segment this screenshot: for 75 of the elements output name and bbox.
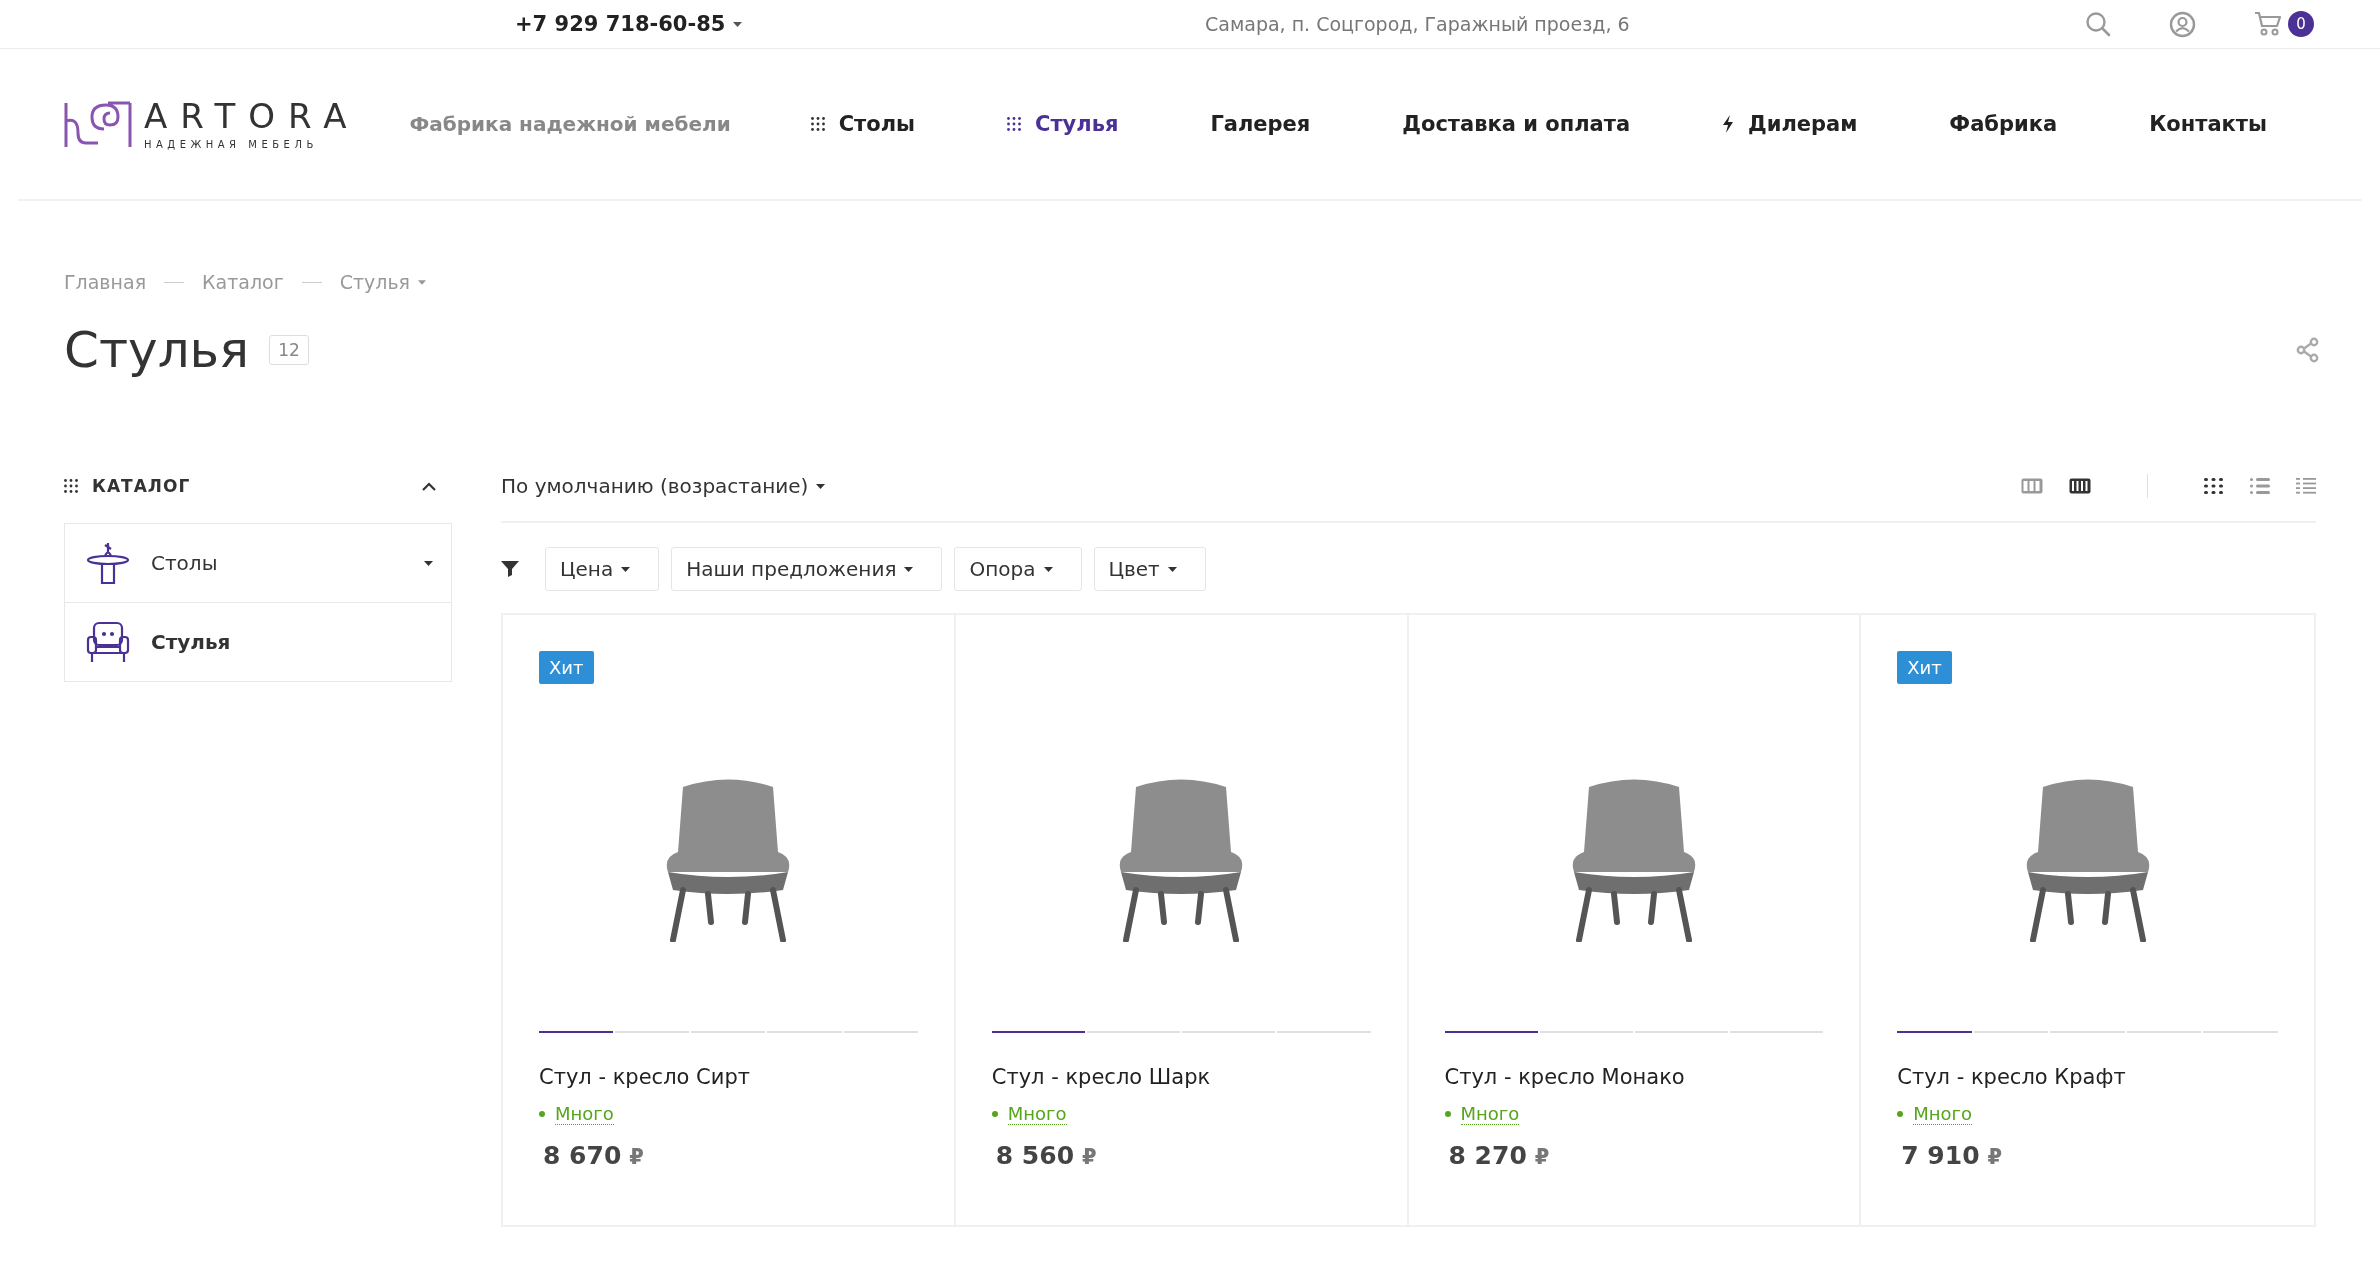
currency-sign: ₽ [1082, 1145, 1097, 1169]
logo-tagline: НАДЕЖНАЯ МЕБЕЛЬ [144, 138, 319, 150]
page-title: Стулья [64, 321, 250, 379]
table-list-icon[interactable] [2296, 478, 2316, 494]
grid-icon [1007, 117, 1021, 131]
stock-dot-icon [1897, 1111, 1904, 1117]
four-columns-icon[interactable] [2069, 478, 2091, 494]
filter-dropdown[interactable]: Наши предложения [671, 547, 943, 591]
nav-link[interactable]: Столы [810, 112, 916, 136]
filter-icon [501, 561, 519, 577]
product-card[interactable]: Хит Стул - кресло Сирт Много 8 670 ₽ [503, 615, 956, 1225]
logo-icon [64, 99, 132, 149]
price-text: 8 270 [1448, 1141, 1527, 1170]
category-item[interactable]: Стулья [65, 602, 451, 681]
nav-link[interactable]: Галерея [1210, 112, 1311, 136]
currency-sign: ₽ [1534, 1145, 1550, 1169]
stock-status: Много [1913, 1103, 1973, 1125]
cart-icon[interactable] [2254, 11, 2284, 37]
search-icon[interactable] [2085, 11, 2111, 37]
nav-link[interactable]: Фабрика [1949, 112, 2058, 136]
stock-status: Много [1460, 1103, 1520, 1125]
product-card[interactable]: Стул - кресло Монако Много 8 270 ₽ [1408, 615, 1862, 1225]
grid-icon [810, 117, 825, 131]
caret-icon [621, 566, 631, 572]
list-icon[interactable] [2250, 478, 2270, 494]
caret-icon [1167, 566, 1177, 572]
stock-dot-icon [539, 1111, 545, 1117]
hit-badge: Хит [539, 651, 594, 684]
user-icon[interactable] [2169, 10, 2196, 38]
caret-icon [418, 279, 427, 285]
stock-dot-icon [1444, 1111, 1451, 1117]
stock-status: Много [555, 1103, 614, 1125]
phone-link[interactable]: +7 929 718-60-85 [515, 12, 743, 36]
cart-count-badge: 0 [2288, 11, 2314, 37]
lightning-icon [1722, 115, 1734, 133]
share-icon[interactable] [2296, 337, 2320, 363]
hit-badge: Хит [1897, 651, 1952, 684]
three-columns-icon[interactable] [2021, 478, 2043, 494]
armchair-icon [85, 620, 131, 664]
product-name-link[interactable]: Стул - кресло Сирт [539, 1065, 918, 1089]
caret-icon[interactable] [424, 560, 433, 566]
currency-sign: ₽ [1987, 1145, 2003, 1169]
product-name-link[interactable]: Стул - кресло Крафт [1897, 1065, 2278, 1089]
nav-link[interactable]: Доставка и оплата [1402, 112, 1631, 136]
product-card[interactable]: Стул - кресло Шарк Много 8 560 ₽ [955, 615, 1409, 1225]
product-card[interactable]: Хит Стул - кресло Крафт Много 7 910 ₽ [1861, 615, 2314, 1225]
slogan-text: Фабрика надежной мебели [409, 112, 731, 136]
stock-status: Много [1007, 1103, 1067, 1125]
caret-icon [816, 483, 826, 489]
filter-dropdown[interactable]: Цена [545, 547, 660, 591]
price-text: 8 670 [543, 1141, 622, 1170]
tiles-icon[interactable] [2204, 478, 2224, 494]
table-icon [85, 541, 131, 585]
item-count-badge: 12 [269, 335, 309, 365]
nav-link[interactable]: Дилерам [1722, 112, 1858, 136]
category-item[interactable]: Столы [65, 524, 451, 602]
price-text: 8 560 [995, 1141, 1075, 1170]
product-name-link[interactable]: Стул - кресло Монако [1444, 1065, 1824, 1089]
nav-link[interactable]: Контакты [2149, 112, 2267, 136]
filter-dropdown[interactable]: Опора [954, 547, 1082, 591]
catalog-heading: КАТАЛОГ [92, 476, 191, 496]
currency-sign: ₽ [629, 1145, 644, 1169]
caret-icon [1043, 566, 1053, 572]
caret-icon [733, 21, 743, 27]
price-text: 7 910 [1901, 1141, 1980, 1170]
address-text: Самара, п. Соцгород, Гаражный проезд, 6 [1205, 13, 1631, 35]
grid-icon [64, 479, 78, 493]
caret-icon [904, 566, 914, 572]
stock-dot-icon [991, 1111, 998, 1117]
product-name-link[interactable]: Стул - кресло Шарк [991, 1065, 1371, 1089]
filter-dropdown[interactable]: Цвет [1093, 547, 1206, 591]
nav-link[interactable]: Стулья [1007, 112, 1119, 136]
sort-dropdown[interactable]: По умолчанию (возрастание) [501, 474, 826, 498]
chevron-icon[interactable] [422, 481, 436, 491]
logo-wordmark: ARTORA [144, 98, 360, 133]
